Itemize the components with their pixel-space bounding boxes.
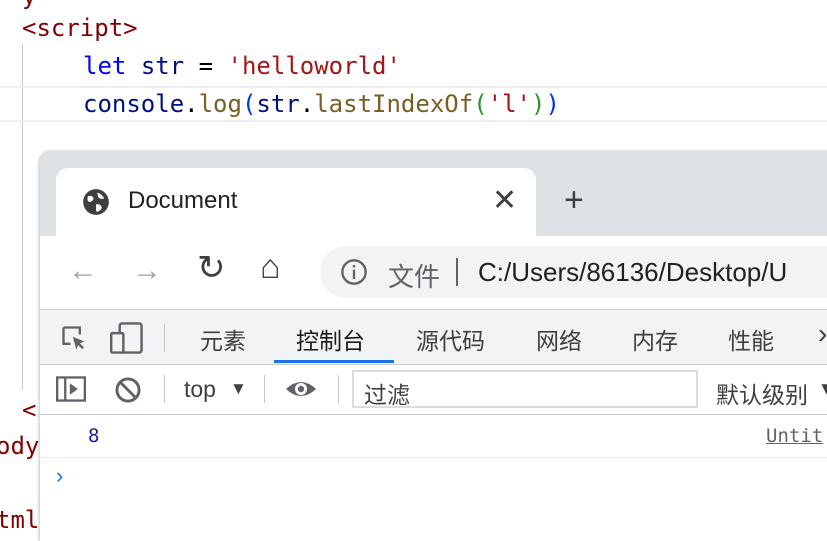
browser-tab[interactable]: Document ✕ xyxy=(56,168,536,236)
tab-elements[interactable]: 元素 xyxy=(200,322,246,356)
back-arrow-icon[interactable]: ← xyxy=(68,256,98,286)
new-tab-button[interactable]: + xyxy=(564,183,584,217)
home-icon[interactable]: ⌂ xyxy=(260,250,281,284)
tab-console[interactable]: 控制台 xyxy=(296,322,365,356)
console-output[interactable]: 8 Untit › xyxy=(40,415,827,541)
toolbar-divider xyxy=(164,375,165,403)
code-line-body-tag: ody xyxy=(0,432,40,460)
log-levels-dropdown[interactable]: 默认级别 xyxy=(716,376,808,410)
file-scheme-label: 文件 xyxy=(388,262,441,292)
console-prompt-icon[interactable]: › xyxy=(56,463,63,489)
tab-title: Document xyxy=(128,187,238,214)
console-toolbar: top ▼ 过滤 默认级别 ▼ xyxy=(40,365,827,415)
eye-icon[interactable] xyxy=(284,377,318,401)
code-line-console-log: console.log(str.lastIndexOf('l')) xyxy=(83,90,560,118)
forward-arrow-icon[interactable]: → xyxy=(132,256,162,286)
context-selector[interactable]: top xyxy=(184,376,216,403)
close-tab-icon[interactable]: ✕ xyxy=(492,186,517,216)
code-line-let: let str = 'helloworld' xyxy=(83,52,401,80)
globe-icon xyxy=(83,189,109,215)
tab-memory[interactable]: 内存 xyxy=(632,322,678,356)
tab-network[interactable]: 网络 xyxy=(536,322,582,356)
code-line-script-open: <script> xyxy=(22,14,138,42)
console-message: 8 Untit xyxy=(40,415,827,458)
devtools-tab-bar: 元素 控制台 源代码 网络 内存 性能 › xyxy=(40,309,827,365)
reload-icon[interactable]: ↻ xyxy=(197,251,226,285)
sidebar-toggle-icon[interactable] xyxy=(56,375,86,403)
address-divider xyxy=(456,258,458,286)
code-line-html-tag: tml xyxy=(0,506,40,534)
browser-toolbar: ← → ↻ ⌂ 文件 C:/Users/86136/Desktop/U xyxy=(40,236,827,309)
log-source-link[interactable]: Untit xyxy=(766,425,823,447)
info-icon[interactable] xyxy=(340,258,368,286)
device-toggle-icon[interactable] xyxy=(110,322,144,354)
inspect-element-icon[interactable] xyxy=(60,324,88,352)
log-value: 8 xyxy=(88,425,100,447)
toolbar-divider xyxy=(338,375,339,403)
chevron-down-icon[interactable]: ▼ xyxy=(230,379,247,399)
filter-input[interactable]: 过滤 xyxy=(352,370,698,408)
clear-console-icon[interactable] xyxy=(114,376,142,404)
code-line-close-tag: < xyxy=(22,396,37,424)
chevron-down-icon[interactable]: ▼ xyxy=(818,379,827,399)
more-tabs-chevron-icon[interactable]: › xyxy=(818,318,827,350)
browser-window: Document ✕ + ← → ↻ ⌂ 文件 C:/Users/86136/D… xyxy=(40,151,827,541)
toolbar-divider xyxy=(264,375,265,403)
active-tab-indicator xyxy=(274,360,394,363)
filter-placeholder: 过滤 xyxy=(364,382,410,408)
tab-sources[interactable]: 源代码 xyxy=(416,322,485,356)
address-bar[interactable]: 文件 C:/Users/86136/Desktop/U xyxy=(320,246,827,298)
url-text[interactable]: C:/Users/86136/Desktop/U xyxy=(478,257,787,288)
toolbar-divider xyxy=(164,324,165,352)
tab-performance[interactable]: 性能 xyxy=(728,322,774,356)
